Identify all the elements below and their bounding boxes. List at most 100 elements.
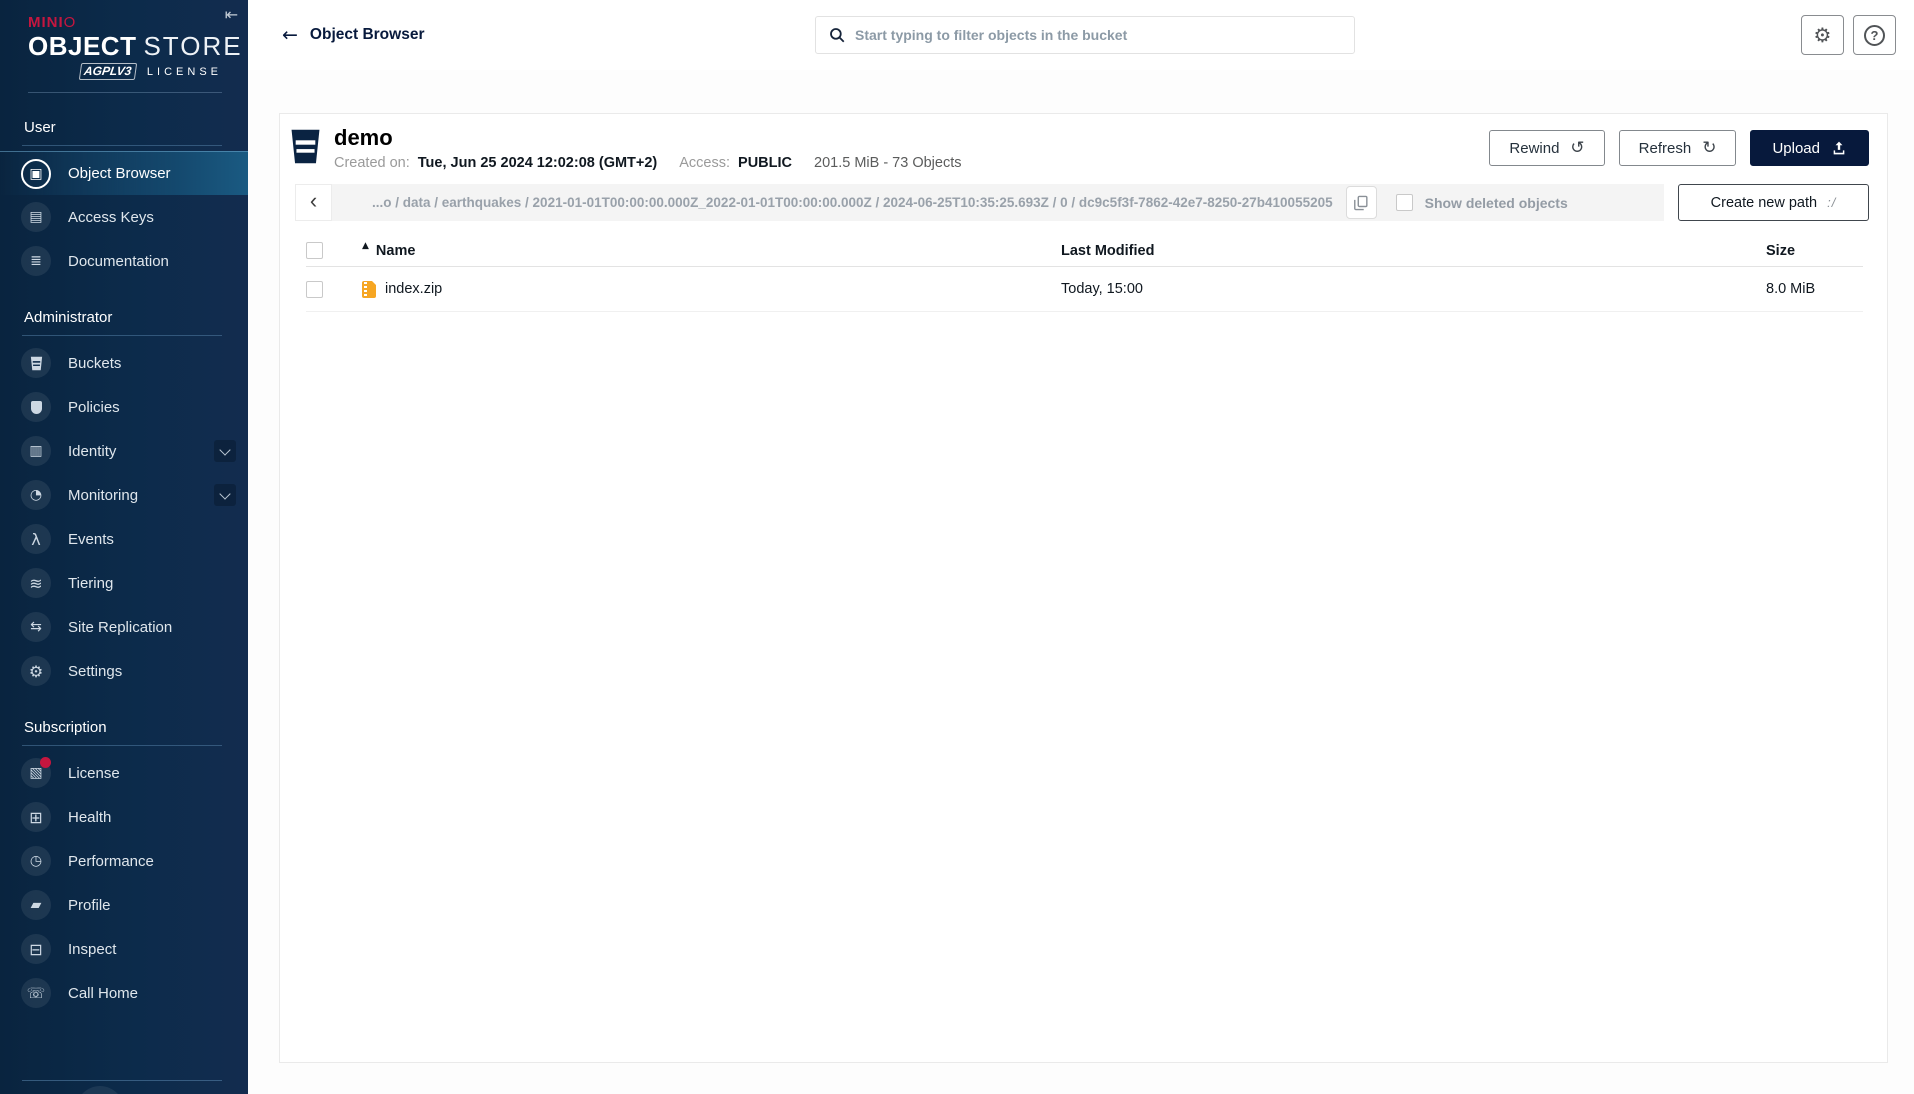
sidebar-item-license[interactable]: License [0, 751, 248, 795]
section-label: User [24, 119, 56, 137]
section-label: Administrator [24, 309, 113, 327]
refresh-icon [1702, 140, 1716, 157]
table-row[interactable]: index.zip Today, 15:00 8.0 MiB [306, 267, 1863, 313]
bucket-icon [291, 129, 320, 164]
minio-console: ⇤ MINIO OBJECT STORE AGPLV3 LICENSE User … [0, 0, 1914, 1094]
created-value: Tue, Jun 25 2024 12:02:08 (GMT+2) [417, 155, 658, 172]
search-input[interactable] [855, 27, 1342, 43]
sidebar-item-object-browser[interactable]: Object Browser [0, 151, 248, 196]
create-new-path-button[interactable]: Create new path [1678, 184, 1869, 222]
tiers-icon [21, 568, 51, 599]
sidebar-item-access-keys[interactable]: Access Keys [0, 195, 248, 239]
search-icon [830, 28, 845, 43]
upload-icon [1833, 141, 1845, 155]
access-keys-icon [21, 202, 51, 233]
sidebar-item-buckets[interactable]: Buckets [0, 341, 248, 385]
show-deleted-toggle: Show deleted objects [1395, 194, 1568, 212]
sidebar-item-events[interactable]: Events [0, 517, 248, 561]
inspect-icon [21, 934, 51, 965]
object-browser-icon [21, 158, 51, 189]
sidebar-item-profile[interactable]: Profile [0, 883, 248, 927]
upload-button[interactable]: Upload [1750, 130, 1869, 166]
sidebar: ⇤ MINIO OBJECT STORE AGPLV3 LICENSE User … [0, 0, 248, 1094]
sidebar-item-call-home[interactable]: Call Home [0, 971, 248, 1015]
object-name[interactable]: index.zip [385, 281, 442, 297]
section-label: Subscription [24, 719, 107, 737]
column-header-name[interactable]: Name [376, 243, 416, 259]
back-arrow-icon[interactable] [282, 24, 298, 46]
sidebar-section-administrator: Administrator Buckets Policies Identity … [0, 309, 248, 693]
bucket-metadata: Created on: Tue, Jun 25 2024 12:02:08 (G… [334, 155, 962, 171]
buckets-icon [21, 348, 51, 379]
monitoring-icon [21, 480, 51, 511]
sidebar-footer-icon [76, 1086, 124, 1094]
settings-button[interactable] [1801, 15, 1844, 55]
zip-file-icon [362, 280, 376, 298]
main-area: Object Browser ? demo Cre [248, 0, 1914, 1094]
collapse-sidebar-icon[interactable]: ⇤ [225, 5, 238, 24]
sidebar-item-performance[interactable]: Performance [0, 839, 248, 883]
sidebar-item-identity[interactable]: Identity [0, 429, 248, 473]
column-header-last-modified[interactable]: Last Modified [1061, 243, 1766, 259]
bucket-browser-card: demo Created on: Tue, Jun 25 2024 12:02:… [279, 113, 1888, 1063]
shield-icon [21, 392, 51, 423]
gear-icon [1814, 23, 1832, 47]
brand-object-store: OBJECT STORE [28, 31, 243, 61]
sidebar-item-site-replication[interactable]: Site Replication [0, 605, 248, 649]
sidebar-section-subscription: Subscription License Health Performance … [0, 719, 248, 1015]
created-label: Created on: [334, 155, 410, 172]
replication-icon [21, 612, 51, 643]
search-bar [815, 16, 1355, 54]
documentation-icon [21, 246, 51, 277]
object-size: 8.0 MiB [1766, 281, 1816, 298]
bucket-usage: 201.5 MiB - 73 Objects [814, 155, 962, 172]
objects-table: Name Last Modified Size index.zip Today,… [306, 235, 1863, 313]
brand-logo: ⇤ MINIO OBJECT STORE AGPLV3 LICENSE [0, 0, 248, 94]
performance-icon [21, 846, 51, 877]
chevron-down-icon[interactable] [214, 484, 236, 507]
sidebar-section-user: User Object Browser Access Keys Document… [0, 119, 248, 283]
page-title: Object Browser [309, 26, 425, 43]
divider [22, 335, 222, 337]
lambda-icon [21, 524, 51, 555]
select-all-checkbox[interactable] [306, 242, 323, 260]
agpl-badge: AGPLV3 [78, 63, 138, 81]
identity-icon [21, 436, 51, 467]
access-value[interactable]: PUBLIC [738, 155, 792, 171]
sidebar-item-inspect[interactable]: Inspect [0, 927, 248, 971]
sidebar-item-policies[interactable]: Policies [0, 385, 248, 429]
refresh-button[interactable]: Refresh [1618, 130, 1737, 166]
rewind-icon [1570, 140, 1584, 157]
sidebar-item-settings[interactable]: Settings [0, 649, 248, 693]
row-checkbox[interactable] [306, 280, 323, 298]
chevron-down-icon[interactable] [214, 440, 236, 463]
breadcrumb[interactable]: ...o / data / earthquakes / 2021-01-01T0… [372, 195, 1333, 210]
bucket-name: demo [334, 125, 393, 150]
copy-icon [1354, 195, 1368, 211]
gear-icon [21, 656, 51, 687]
column-header-size[interactable]: Size [1766, 243, 1863, 259]
sidebar-item-health[interactable]: Health [0, 795, 248, 839]
license-word: LICENSE [146, 65, 222, 78]
sidebar-item-tiering[interactable]: Tiering [0, 561, 248, 605]
new-path-icon [1827, 195, 1836, 210]
sidebar-item-documentation[interactable]: Documentation [0, 239, 248, 283]
sort-ascending-icon[interactable] [362, 241, 369, 251]
copy-path-button[interactable] [1345, 186, 1377, 220]
table-header-row: Name Last Modified Size [306, 235, 1863, 268]
divider [22, 745, 222, 747]
rewind-button[interactable]: Rewind [1489, 130, 1605, 166]
access-label: Access: [679, 155, 731, 172]
show-deleted-label: Show deleted objects [1424, 194, 1568, 211]
show-deleted-checkbox[interactable] [1395, 194, 1413, 212]
object-last-modified: Today, 15:00 [1061, 281, 1143, 298]
divider [22, 145, 222, 147]
brand-minio: MINIO [28, 14, 77, 31]
profile-icon [21, 890, 51, 921]
top-header: Object Browser ? [248, 0, 1914, 70]
help-button[interactable]: ? [1853, 15, 1896, 55]
sidebar-item-monitoring[interactable]: Monitoring [0, 473, 248, 517]
breadcrumb-back-button[interactable] [295, 184, 332, 222]
health-icon [21, 802, 51, 833]
breadcrumb-bar: ...o / data / earthquakes / 2021-01-01T0… [295, 184, 1869, 222]
